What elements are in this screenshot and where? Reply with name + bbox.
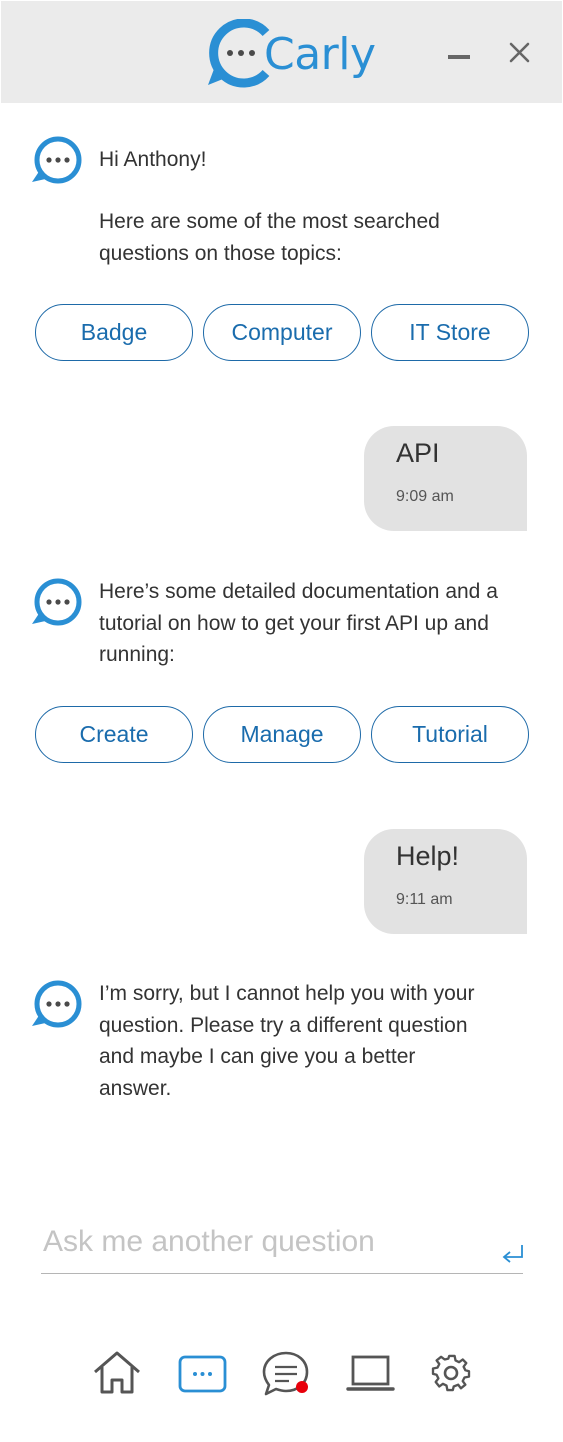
minimize-button[interactable]	[444, 41, 474, 71]
home-icon[interactable]	[92, 1350, 142, 1396]
api-chip-create[interactable]: Create	[35, 706, 193, 763]
bot-reply: Here’s some detailed documentation and a…	[99, 580, 498, 666]
user-message-text: API	[396, 438, 440, 468]
api-chip-tutorial[interactable]: Tutorial	[371, 706, 529, 763]
settings-icon[interactable]	[427, 1350, 477, 1396]
user-message: API 9:09 am	[364, 426, 527, 531]
topic-chip-computer[interactable]: Computer	[203, 304, 361, 361]
close-icon	[509, 42, 530, 63]
notification-dot	[296, 1381, 308, 1393]
bot-intro: Here are some of the most searched quest…	[99, 210, 440, 265]
bot-avatar-icon	[32, 980, 82, 1028]
user-message: Help! 9:11 am	[364, 829, 527, 934]
topic-chip-it-store[interactable]: IT Store	[371, 304, 529, 361]
messages-icon[interactable]	[261, 1350, 311, 1396]
bot-greeting: Hi Anthony!	[99, 148, 207, 171]
enter-icon[interactable]	[500, 1241, 526, 1267]
bot-avatar-icon	[32, 136, 82, 184]
carly-logo: Carly	[206, 19, 376, 89]
message-timestamp: 9:11 am	[396, 891, 453, 908]
minimize-icon	[448, 55, 470, 59]
user-message-text: Help!	[396, 841, 460, 871]
api-chip-manage[interactable]: Manage	[203, 706, 361, 763]
topic-chip-badge[interactable]: Badge	[35, 304, 193, 361]
title-bar: Carly	[1, 1, 562, 103]
bot-avatar-icon	[32, 578, 82, 626]
laptop-icon[interactable]	[346, 1350, 396, 1396]
question-input[interactable]	[41, 1218, 523, 1274]
close-button[interactable]	[505, 38, 535, 68]
bot-reply: I’m sorry, but I cannot help you with yo…	[99, 982, 475, 1100]
message-timestamp: 9:09 am	[396, 488, 454, 505]
chat-icon[interactable]	[178, 1350, 228, 1396]
app-name: Carly	[264, 29, 376, 80]
